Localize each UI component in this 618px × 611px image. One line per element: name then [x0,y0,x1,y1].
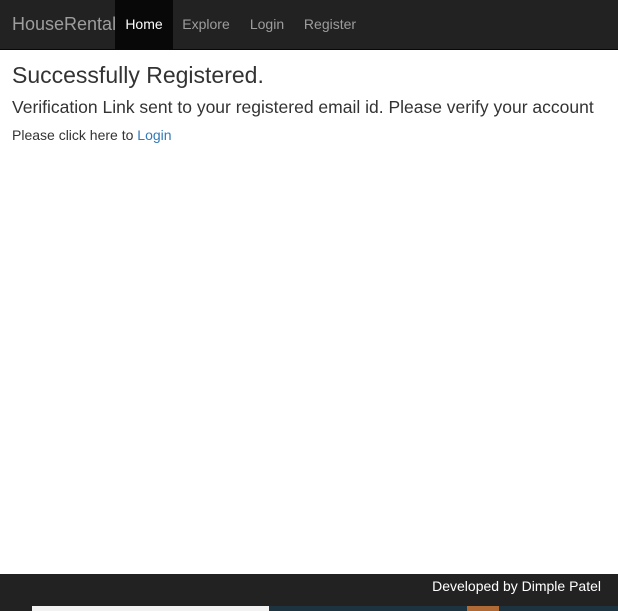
nav-item-explore[interactable]: Explore [173,0,239,50]
footer-strip [32,606,269,611]
nav-item-login[interactable]: Login [239,0,295,50]
page-footer: Developed by Dimple Patel [0,574,618,611]
brand-link[interactable]: HouseRental [12,14,116,34]
footer-strip [499,606,618,611]
page-title: Successfully Registered. [12,62,264,88]
login-prompt-text: Please click here to [12,127,134,143]
footer-strip [269,606,467,611]
login-prompt-line: Please click here to Login [12,126,606,144]
nav-item-register[interactable]: Register [295,0,365,50]
footer-strip [467,606,499,611]
footer-credit: Developed by Dimple Patel [432,578,601,594]
main-content: Successfully Registered. Verification Li… [12,60,606,144]
login-link[interactable]: Login [137,127,171,143]
nav-item-home[interactable]: Home [115,0,173,50]
top-navbar: HouseRental Home Explore Login Register [0,0,618,50]
verification-message: Verification Link sent to your registere… [12,97,594,117]
